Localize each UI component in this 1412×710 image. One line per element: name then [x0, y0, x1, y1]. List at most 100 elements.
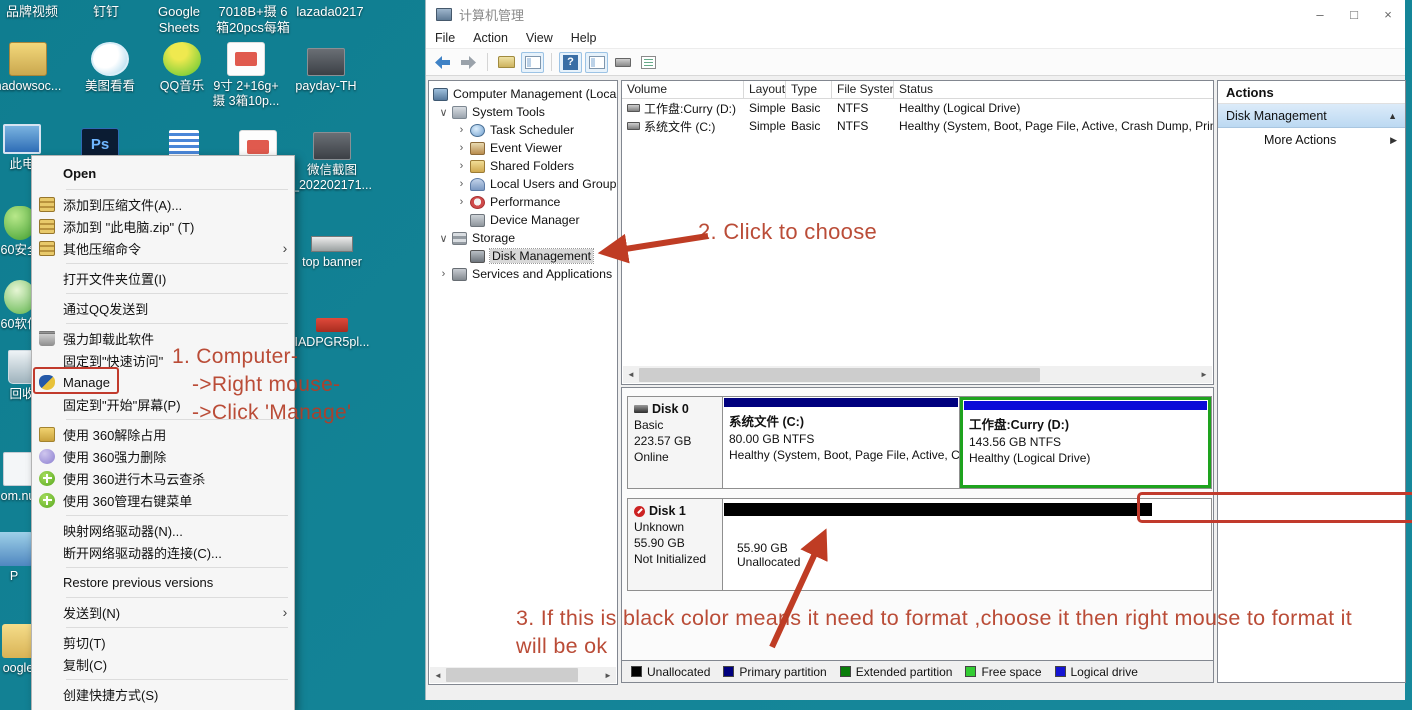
desktop-icon[interactable]: 微信截图 _202202171...: [296, 132, 368, 193]
context-menu-item[interactable]: 通过QQ发送到: [32, 297, 294, 319]
scroll-left-icon[interactable]: ◄: [430, 667, 446, 683]
context-menu-item[interactable]: [66, 323, 288, 324]
column-header[interactable]: Status: [894, 81, 1213, 98]
up-folder-icon[interactable]: [495, 52, 518, 73]
legend-item: Logical drive: [1055, 665, 1138, 679]
desktop-icon[interactable]: 9寸 2+16g+ 摄 3箱10p...: [210, 42, 282, 109]
context-menu-item[interactable]: [66, 515, 288, 516]
chevron-icon[interactable]: ›: [453, 178, 470, 190]
forward-icon[interactable]: [457, 52, 480, 73]
context-menu-item-label: 删除(D): [63, 707, 276, 710]
tree-item[interactable]: › Local Users and Groups: [429, 175, 617, 193]
context-menu-item[interactable]: 断开网络驱动器的连接(C)...: [32, 541, 294, 563]
context-menu-item[interactable]: 创建快捷方式(S): [32, 683, 294, 705]
scroll-left-icon[interactable]: ◄: [623, 367, 639, 383]
tree-item[interactable]: Device Manager: [429, 211, 617, 229]
tree-item[interactable]: › Shared Folders: [429, 157, 617, 175]
tree-item[interactable]: Computer Management (Local: [429, 85, 617, 103]
context-menu-item[interactable]: 添加到 "此电脑.zip" (T): [32, 215, 294, 237]
context-menu-item[interactable]: 使用 360管理右键菜单: [32, 489, 294, 511]
desktop-icon-label[interactable]: 7018B+摄 6 箱20pcs每箱: [206, 4, 300, 37]
menu-item[interactable]: Help: [562, 31, 606, 45]
tree-item[interactable]: › Task Scheduler: [429, 121, 617, 139]
more-actions-item[interactable]: More Actions ▶: [1218, 128, 1405, 152]
desktop-icon[interactable]: payday-TH: [290, 48, 362, 94]
context-menu-item[interactable]: Open: [32, 161, 294, 185]
partition-size: 143.56 GB NTFS: [969, 435, 1202, 449]
context-menu-item[interactable]: [66, 567, 288, 568]
context-menu-item[interactable]: 映射网络驱动器(N)...: [32, 519, 294, 541]
context-menu-item[interactable]: 复制(C): [32, 653, 294, 675]
tree-item[interactable]: ∨ Storage: [429, 229, 617, 247]
tree-item[interactable]: › Event Viewer: [429, 139, 617, 157]
desktop-icon-label[interactable]: 钉钉: [84, 4, 128, 20]
desktop-icon[interactable]: 美图看看: [74, 42, 146, 94]
context-menu-item-label: 使用 360进行木马云查杀: [63, 469, 276, 488]
scroll-right-icon[interactable]: ►: [1196, 367, 1212, 383]
chevron-icon[interactable]: ›: [435, 268, 452, 280]
chevron-icon[interactable]: ∨: [435, 106, 452, 119]
context-menu-item[interactable]: [66, 627, 288, 628]
tree-item[interactable]: › Performance: [429, 193, 617, 211]
volume-row[interactable]: 系统文件 (C:) Simple Basic NTFS Healthy (Sys…: [622, 117, 1213, 135]
volume-horizontal-scrollbar[interactable]: ◄ ►: [623, 366, 1212, 383]
context-menu-item[interactable]: [66, 189, 288, 190]
desktop-icon-label[interactable]: lazada0217: [292, 4, 368, 20]
desktop-icon[interactable]: IADPGR5pl...: [296, 318, 368, 350]
context-menu-item[interactable]: 添加到压缩文件(A)...: [32, 193, 294, 215]
zip-icon: [39, 219, 55, 234]
show-console-icon[interactable]: [585, 52, 608, 73]
help-icon[interactable]: ?: [559, 52, 582, 73]
partition-d[interactable]: 工作盘:Curry (D:) 143.56 GB NTFS Healthy (L…: [960, 397, 1211, 488]
context-menu-item[interactable]: 使用 360进行木马云查杀: [32, 467, 294, 489]
collapse-icon[interactable]: ▲: [1388, 111, 1397, 121]
console-tree-icon[interactable]: [521, 52, 544, 73]
chevron-icon[interactable]: ›: [453, 124, 470, 136]
disk-0-header[interactable]: Disk 0 Basic 223.57 GB Online: [628, 397, 723, 488]
column-header[interactable]: Layout: [744, 81, 786, 98]
desktop-icon[interactable]: top banner: [296, 236, 368, 270]
properties-icon[interactable]: [637, 52, 660, 73]
chevron-icon[interactable]: ∨: [435, 232, 452, 245]
scroll-right-icon[interactable]: ►: [600, 667, 616, 683]
tree-item[interactable]: ∨ System Tools: [429, 103, 617, 121]
column-header[interactable]: Volume: [622, 81, 744, 98]
column-header[interactable]: Type: [786, 81, 832, 98]
partition-status: Healthy (System, Boot, Page File, Active…: [729, 448, 953, 462]
close-button[interactable]: ×: [1371, 0, 1405, 28]
export-list-icon[interactable]: [611, 52, 634, 73]
desktop-icon[interactable]: QQ音乐: [146, 42, 218, 94]
context-menu-item[interactable]: 剪切(T): [32, 631, 294, 653]
chevron-icon[interactable]: ›: [453, 160, 470, 172]
actions-group-disk-management[interactable]: Disk Management ▲: [1218, 104, 1405, 128]
partition-c[interactable]: 系统文件 (C:) 80.00 GB NTFS Healthy (System,…: [723, 397, 960, 488]
context-menu-item[interactable]: 发送到(N) ›: [32, 601, 294, 623]
volume-row[interactable]: 工作盘:Curry (D:) Simple Basic NTFS Healthy…: [622, 99, 1213, 117]
context-menu-item[interactable]: 打开文件夹位置(I): [32, 267, 294, 289]
menu-item[interactable]: Action: [464, 31, 517, 45]
menu-item[interactable]: View: [517, 31, 562, 45]
minimize-button[interactable]: –: [1303, 0, 1337, 28]
tree-horizontal-scrollbar[interactable]: ◄ ►: [430, 667, 616, 683]
context-menu-item[interactable]: [66, 263, 288, 264]
desktop-icon[interactable]: hadowsoc...: [0, 42, 64, 94]
chevron-icon[interactable]: ›: [453, 196, 470, 208]
context-menu-item[interactable]: [66, 597, 288, 598]
disk-1-header[interactable]: Disk 1 Unknown 55.90 GB Not Initialized: [628, 499, 723, 590]
back-icon[interactable]: [431, 52, 454, 73]
context-menu-item[interactable]: 其他压缩命令 ›: [32, 237, 294, 259]
chevron-icon[interactable]: ›: [453, 142, 470, 154]
context-menu-item[interactable]: [66, 679, 288, 680]
context-menu-item[interactable]: 使用 360强力删除: [32, 445, 294, 467]
menu-item[interactable]: File: [426, 31, 464, 45]
desktop-icon-label[interactable]: Google Sheets: [146, 4, 212, 37]
context-menu-item[interactable]: 使用 360解除占用: [32, 423, 294, 445]
desktop-icon-label[interactable]: 品牌视频: [0, 4, 64, 20]
context-menu-item[interactable]: [66, 293, 288, 294]
tree-item[interactable]: Disk Management: [429, 247, 617, 265]
tree-item[interactable]: › Services and Applications: [429, 265, 617, 283]
maximize-button[interactable]: □: [1337, 0, 1371, 28]
context-menu-item[interactable]: Restore previous versions: [32, 571, 294, 593]
column-header[interactable]: File System: [832, 81, 894, 98]
context-menu-item[interactable]: 删除(D): [32, 705, 294, 710]
